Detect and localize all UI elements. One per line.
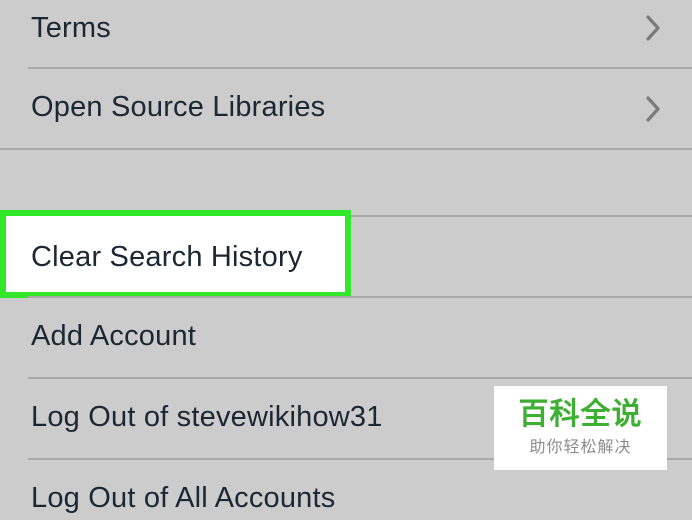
- settings-row-label: Add Account: [31, 320, 197, 352]
- watermark-logo: 百科全说 助你轻松解决: [494, 386, 667, 470]
- chevron-right-icon: [642, 14, 664, 42]
- settings-row-terms[interactable]: Terms: [0, 0, 692, 68]
- watermark-subtitle: 助你轻松解决: [529, 439, 632, 456]
- settings-row-label: Terms: [31, 12, 111, 44]
- settings-row-add-account[interactable]: Add Account: [0, 298, 692, 378]
- watermark-title: 百科全说: [518, 398, 643, 431]
- settings-row-label: Log Out of stevewikihow31: [31, 401, 383, 433]
- settings-row-label: Clear Search History: [31, 241, 303, 273]
- clear-search-history-button[interactable]: Clear Search History: [0, 210, 351, 298]
- chevron-right-icon: [642, 95, 664, 123]
- settings-row-label: Open Source Libraries: [31, 91, 326, 123]
- section-separator: [0, 148, 692, 150]
- settings-row-label: Log Out of All Accounts: [31, 482, 336, 514]
- settings-row-open-source-libraries[interactable]: Open Source Libraries: [0, 69, 692, 149]
